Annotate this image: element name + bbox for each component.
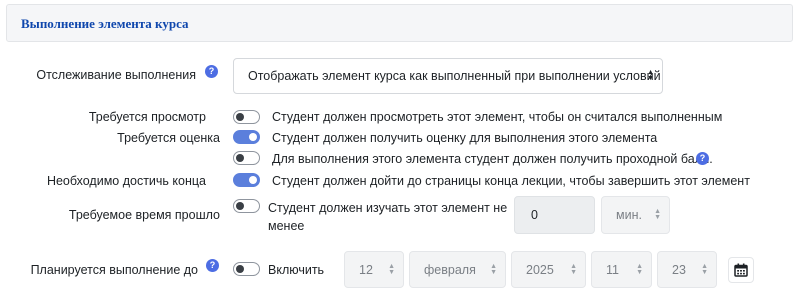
expected-year-value: 2025 [526, 262, 554, 277]
require-grade-label: Требуется оценка [117, 131, 220, 145]
section-title: Выполнение элемента курса [21, 16, 189, 31]
toggle-knob [236, 202, 244, 210]
toggle-knob [249, 176, 257, 184]
pass-grade-text: Для выполнения этого элемента студент до… [272, 152, 713, 166]
require-view-text: Студент должен просмотреть этот элемент,… [272, 110, 723, 124]
time-spent-input[interactable]: 0 [514, 196, 595, 234]
question-circle-icon[interactable]: ? [696, 152, 709, 165]
expected-year-select[interactable]: 2025 ▲ ▼ [511, 251, 586, 288]
expected-minute-value: 23 [672, 262, 686, 277]
toggle-knob [236, 113, 244, 121]
reach-end-toggle[interactable] [233, 173, 260, 187]
time-spent-text-line2: менее [268, 219, 305, 233]
expected-month-value: февраля [424, 262, 476, 277]
time-unit-select[interactable]: мин. ▲ ▼ [601, 196, 670, 234]
calendar-icon [734, 263, 748, 277]
reach-end-label: Необходимо достичь конца [46, 174, 206, 188]
sort-arrows-icon: ▲ ▼ [636, 262, 643, 276]
section-header[interactable]: Выполнение элемента курса [6, 4, 793, 42]
tracking-select-value: Отображать элемент курса как выполненный… [248, 69, 661, 83]
toggle-knob [249, 133, 257, 141]
time-spent-text-line1: Студент должен изучать этот элемент не [268, 201, 508, 215]
require-grade-text: Студент должен получить оценку для выпол… [272, 131, 658, 145]
time-spent-label: Требуемое время прошло [68, 208, 220, 222]
expected-month-select[interactable]: февраля ▲ ▼ [409, 251, 506, 288]
expected-day-value: 12 [359, 262, 373, 277]
tracking-select[interactable]: Отображать элемент курса как выполненный… [233, 58, 663, 94]
sort-arrows-icon: ▲ ▼ [490, 262, 497, 276]
reach-end-text: Студент должен дойти до страницы конца л… [272, 174, 750, 188]
expected-label: Планируется выполнение до [30, 263, 198, 277]
expected-day-select[interactable]: 12 ▲ ▼ [344, 251, 404, 288]
time-spent-toggle[interactable] [233, 199, 260, 213]
toggle-knob [236, 265, 244, 273]
pass-grade-toggle[interactable] [233, 151, 260, 165]
sort-arrows-icon: ▲ ▼ [388, 262, 395, 276]
require-view-label: Требуется просмотр [88, 110, 206, 124]
question-circle-icon[interactable]: ? [206, 259, 219, 272]
sort-arrows-icon: ▲ ▼ [701, 262, 708, 276]
question-circle-icon[interactable]: ? [205, 65, 218, 78]
sort-arrows-icon: ▲ ▼ [570, 262, 577, 276]
time-spent-value: 0 [531, 208, 538, 222]
toggle-knob [236, 154, 244, 162]
expected-enable-label: Включить [268, 263, 325, 277]
sort-arrows-icon: ▲ ▼ [647, 69, 654, 82]
expected-minute-select[interactable]: 23 ▲ ▼ [657, 251, 717, 288]
calendar-button[interactable] [728, 257, 754, 283]
tracking-label: Отслеживание выполнения [36, 68, 196, 82]
require-view-toggle[interactable] [233, 110, 260, 124]
expected-hour-select[interactable]: 11 ▲ ▼ [591, 251, 652, 288]
time-unit-value: мин. [616, 208, 642, 222]
sort-arrows-icon: ▲ ▼ [654, 208, 661, 221]
expected-hour-value: 11 [606, 262, 619, 277]
expected-enable-toggle[interactable] [233, 262, 260, 276]
require-grade-toggle[interactable] [233, 130, 260, 144]
